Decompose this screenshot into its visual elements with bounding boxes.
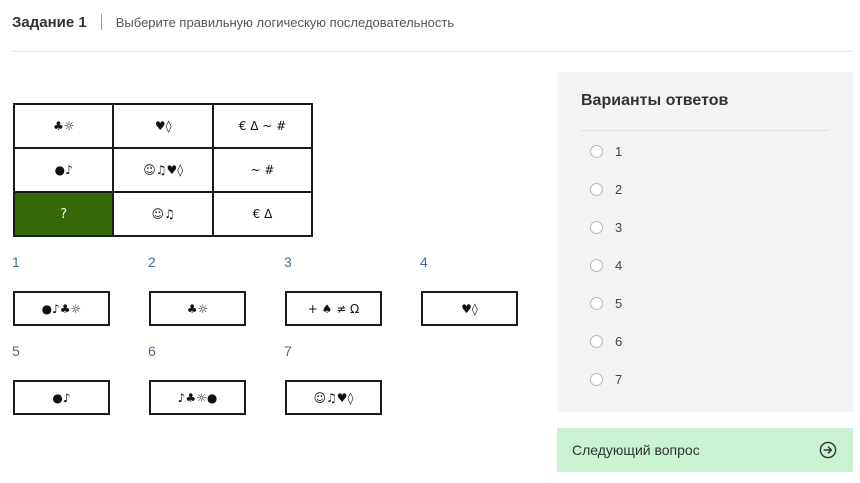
answer-label: 3	[615, 219, 623, 235]
option-box: + ♠ ≠ Ω	[285, 291, 382, 326]
grid-cell: ♣☼	[12, 103, 115, 149]
answer-option-6[interactable]: 6	[590, 332, 622, 350]
question-cell: ?	[12, 191, 115, 237]
answer-label: 4	[615, 257, 623, 273]
option-number: 2	[148, 254, 156, 270]
header-underline	[12, 51, 852, 52]
answers-panel: Варианты ответов 1 2 3 4 5 6 7	[557, 72, 853, 412]
answer-option-3[interactable]: 3	[590, 218, 622, 236]
grid-cell: ♥◊	[112, 103, 214, 149]
answer-label: 2	[615, 181, 623, 197]
task-title: Задание 1	[12, 13, 87, 31]
option-number: 7	[284, 343, 292, 359]
grid-cell: ☺♫	[112, 191, 214, 237]
answer-option-5[interactable]: 5	[590, 294, 622, 312]
arrow-right-circle-icon	[819, 441, 837, 459]
option-box: ♥◊	[421, 291, 518, 326]
radio-button[interactable]	[590, 258, 603, 272]
radio-button[interactable]	[590, 372, 603, 386]
option-number: 4	[420, 254, 428, 270]
answer-option-7[interactable]: 7	[590, 370, 622, 388]
radio-button[interactable]	[590, 296, 603, 310]
test-page: Задание 1 Выберите правильную логическую…	[0, 0, 860, 483]
next-question-label: Следующий вопрос	[572, 442, 700, 458]
option-number: 1	[12, 254, 20, 270]
radio-button[interactable]	[590, 144, 603, 158]
answer-label: 1	[615, 143, 623, 159]
grid-row: ? ☺♫ € Δ	[12, 191, 314, 237]
grid-cell: € Δ ~ #	[211, 103, 314, 149]
option-number: 3	[284, 254, 292, 270]
answers-divider	[581, 130, 829, 131]
answer-option-1[interactable]: 1	[590, 142, 622, 160]
answer-option-2[interactable]: 2	[590, 180, 622, 198]
answer-option-4[interactable]: 4	[590, 256, 622, 274]
puzzle-grid: ♣☼ ♥◊ € Δ ~ # ●♪ ☺♫♥◊ ~ # ? ☺♫ € Δ	[12, 103, 314, 237]
grid-row: ●♪ ☺♫♥◊ ~ #	[12, 147, 314, 193]
answer-label: 5	[615, 295, 623, 311]
grid-cell: ●♪	[12, 147, 115, 193]
radio-button[interactable]	[590, 182, 603, 196]
answer-label: 7	[615, 371, 623, 387]
grid-cell: ☺♫♥◊	[112, 147, 214, 193]
option-box: ●♪♣☼	[13, 291, 110, 326]
radio-button[interactable]	[590, 334, 603, 348]
radio-button[interactable]	[590, 220, 603, 234]
option-box: ♣☼	[149, 291, 246, 326]
next-question-button[interactable]: Следующий вопрос	[557, 428, 853, 472]
grid-row: ♣☼ ♥◊ € Δ ~ #	[12, 103, 314, 149]
answers-title: Варианты ответов	[581, 92, 729, 109]
option-box: ♪♣☼●	[149, 380, 246, 415]
option-number: 6	[148, 343, 156, 359]
answer-label: 6	[615, 333, 623, 349]
task-description: Выберите правильную логическую последова…	[115, 14, 455, 30]
option-box: ●♪	[13, 380, 110, 415]
grid-cell: ~ #	[211, 147, 314, 193]
task-header: Задание 1 Выберите правильную логическую…	[12, 10, 454, 34]
grid-cell: € Δ	[211, 191, 314, 237]
option-box: ☺♫♥◊	[285, 380, 382, 415]
option-number: 5	[12, 343, 20, 359]
header-divider	[100, 14, 102, 30]
